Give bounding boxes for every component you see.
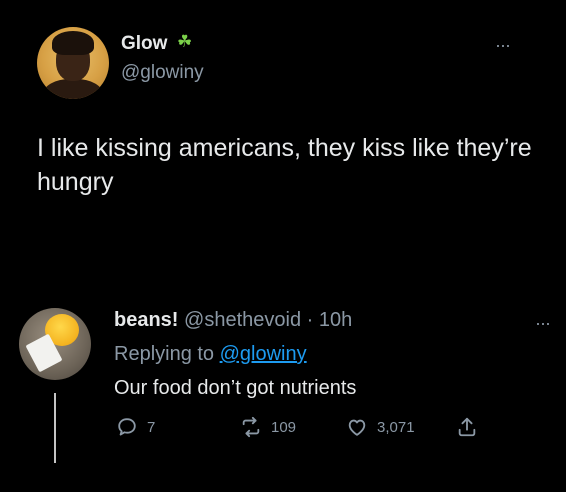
like-count: 3,071: [377, 418, 415, 436]
reply-author-name[interactable]: beans!: [114, 309, 178, 331]
more-icon[interactable]: ···: [495, 36, 511, 54]
replying-prefix: Replying to: [114, 343, 215, 365]
thread-line: [54, 393, 56, 463]
avatar-hair: [52, 31, 94, 55]
tweet-text: I like kissing americans, they kiss like…: [37, 134, 532, 196]
avatar-shoulders: [43, 79, 103, 99]
retweet-icon: [242, 416, 260, 438]
replying-mention-link[interactable]: @glowiny: [220, 343, 307, 365]
heart-icon: [348, 419, 366, 436]
reply-meta[interactable]: @shethevoid · 10h: [184, 309, 352, 331]
reply-header: beans! @shethevoid · 10h: [114, 309, 352, 332]
more-icon[interactable]: ···: [535, 314, 551, 332]
tweet-author-handle[interactable]: @glowiny: [121, 62, 204, 84]
replying-to: Replying to @glowiny: [114, 343, 307, 366]
avatar-beans[interactable]: [19, 308, 91, 380]
like-action-button[interactable]: 3,071: [346, 416, 415, 438]
avatar-glow[interactable]: [37, 27, 109, 99]
tweet-author-name[interactable]: Glow: [121, 33, 167, 55]
retweet-count: 109: [271, 418, 297, 436]
reply-count: 7: [147, 418, 156, 436]
share-icon: [458, 417, 476, 437]
comment-icon: [118, 418, 136, 436]
reply-action-button[interactable]: 7: [116, 416, 155, 438]
share-action-button[interactable]: [456, 416, 478, 438]
bug-icon: ☘: [177, 32, 193, 51]
retweet-action-button[interactable]: 109: [240, 416, 296, 438]
reply-text: Our food don’t got nutrients: [114, 377, 357, 399]
